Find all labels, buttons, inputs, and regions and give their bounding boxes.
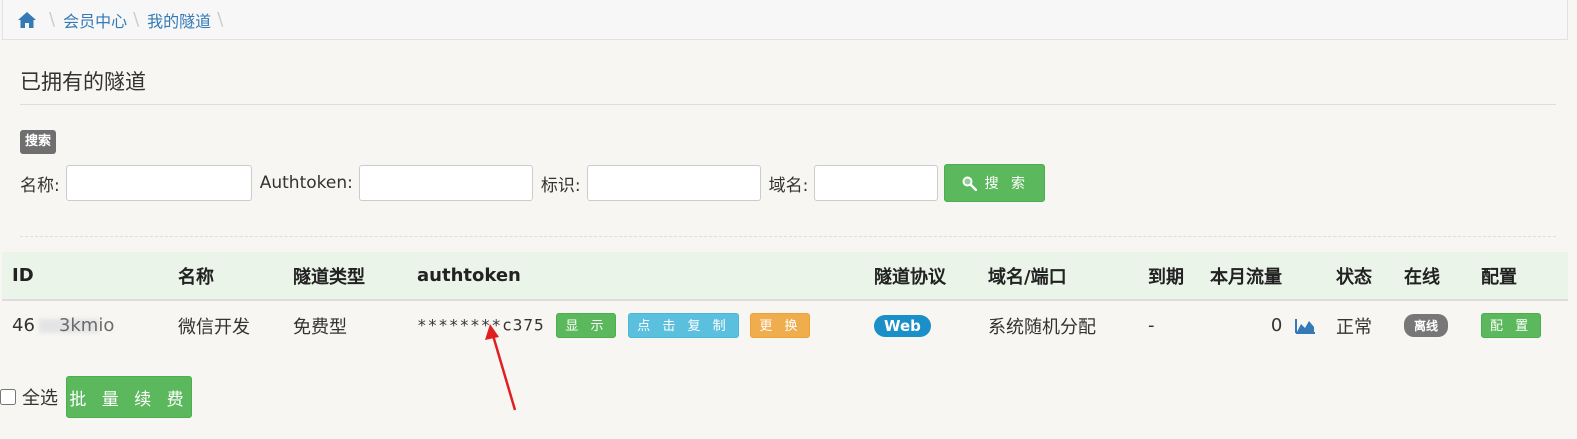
bulk-renew-button[interactable]: 批 量 续 费: [66, 376, 192, 418]
divider: [20, 104, 1556, 105]
header-domain-port: 域名/端口: [978, 252, 1138, 301]
tunnel-table: ID 名称 隧道类型 authtoken 隧道协议 域名/端口 到期 本月流量 …: [2, 252, 1568, 350]
authtoken-label: Authtoken:: [259, 173, 353, 193]
id-suffix: 3kmio: [58, 315, 115, 336]
header-status: 状态: [1326, 252, 1394, 301]
header-name: 名称: [168, 252, 283, 301]
header-traffic: 本月流量: [1200, 252, 1326, 301]
cell-expire: -: [1138, 300, 1200, 350]
cell-online: 离线: [1394, 300, 1471, 350]
copy-token-button[interactable]: 点 击 复 制: [628, 313, 739, 338]
header-online: 在线: [1394, 252, 1471, 301]
header-type: 隧道类型: [283, 252, 407, 301]
cell-traffic: 0: [1200, 300, 1326, 350]
traffic-value: 0: [1270, 315, 1283, 336]
select-all-checkbox[interactable]: [0, 389, 16, 405]
header-expire: 到期: [1138, 252, 1200, 301]
search-form: 名称: Authtoken: 标识: 域名: 搜 索: [20, 164, 1046, 202]
dashed-divider: [20, 236, 1556, 237]
area-chart-icon[interactable]: [1294, 317, 1316, 335]
table-row: 46 3kmio 微信开发 免费型 ********c375 显 示 点 击 复 …: [2, 300, 1568, 350]
change-token-button[interactable]: 更 换: [750, 313, 811, 338]
cell-id: 46 3kmio: [2, 300, 168, 350]
table-header-row: ID 名称 隧道类型 authtoken 隧道协议 域名/端口 到期 本月流量 …: [2, 252, 1568, 301]
name-label: 名称:: [20, 175, 60, 196]
breadcrumb-separator: \: [217, 9, 224, 30]
header-authtoken: authtoken: [407, 252, 864, 301]
header-config: 配置: [1471, 252, 1568, 301]
search-button[interactable]: 搜 索: [944, 164, 1046, 202]
select-all-label[interactable]: 全选: [22, 384, 58, 410]
search-icon: [962, 176, 977, 191]
breadcrumb: \ 会员中心 \ 我的隧道 \: [2, 0, 1568, 40]
page-title: 已拥有的隧道: [20, 70, 146, 94]
authtoken-input[interactable]: [358, 165, 533, 201]
breadcrumb-link-member-center[interactable]: 会员中心: [63, 8, 127, 32]
domain-input[interactable]: [814, 165, 939, 201]
protocol-badge: Web: [874, 314, 931, 337]
cell-name: 微信开发: [168, 300, 283, 350]
breadcrumb-separator: \: [49, 9, 56, 30]
header-protocol: 隧道协议: [864, 252, 978, 301]
header-id: ID: [2, 252, 168, 301]
identifier-input[interactable]: [586, 165, 761, 201]
cell-authtoken: ********c375 显 示 点 击 复 制 更 换: [407, 300, 864, 350]
cell-type: 免费型: [283, 300, 407, 350]
config-button[interactable]: 配 置: [1481, 313, 1542, 338]
breadcrumb-link-my-tunnels[interactable]: 我的隧道: [147, 8, 211, 32]
domain-label: 域名:: [768, 175, 809, 196]
search-button-label: 搜 索: [984, 176, 1030, 192]
search-badge: 搜索: [20, 130, 57, 154]
online-status-badge: 离线: [1404, 314, 1449, 337]
cell-protocol: Web: [864, 300, 978, 350]
identifier-label: 标识:: [540, 175, 581, 196]
bulk-actions: 全选 批 量 续 费: [0, 376, 192, 418]
annotation-arrow: [485, 324, 517, 411]
cell-config: 配 置: [1471, 300, 1568, 350]
cell-domain: 系统随机分配: [978, 300, 1138, 350]
show-token-button[interactable]: 显 示: [556, 313, 617, 338]
name-input[interactable]: [65, 165, 252, 201]
cell-status: 正常: [1326, 300, 1394, 350]
breadcrumb-separator: \: [133, 9, 140, 30]
id-prefix: 46: [12, 315, 35, 336]
home-icon[interactable]: [17, 11, 37, 29]
